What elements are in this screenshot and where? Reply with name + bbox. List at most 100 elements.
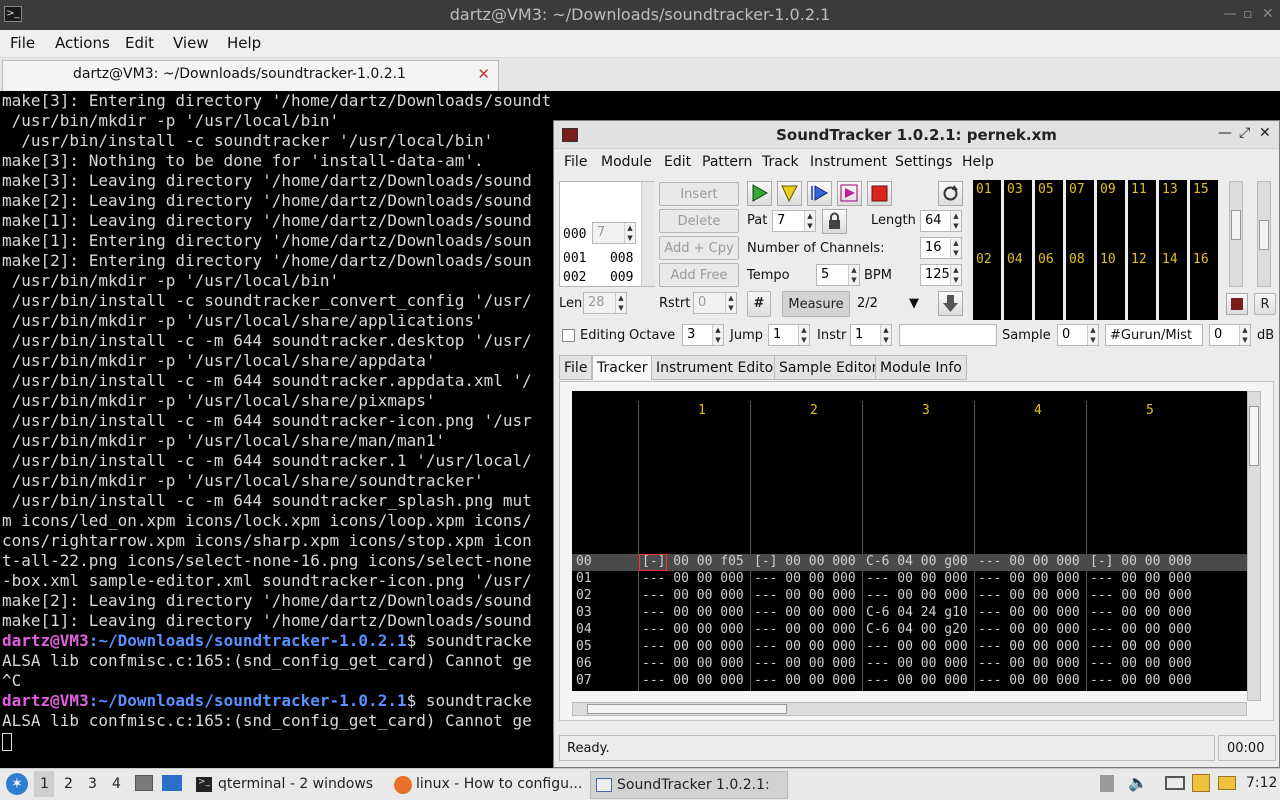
pattern-cell[interactable]: --- 00 00 000 — [642, 673, 744, 688]
pattern-cell[interactable]: --- 00 00 000 — [1090, 588, 1192, 603]
pattern-cell[interactable]: --- 00 00 000 — [866, 639, 968, 654]
tab-close-icon[interactable]: ✕ — [477, 65, 490, 83]
pattern-cell[interactable]: [-] 00 00 000 — [1090, 554, 1192, 569]
task-firefox[interactable]: linux - How to configu... — [390, 771, 586, 799]
pattern-row[interactable]: 07 --- 00 00 000 --- 00 00 000 --- 00 00 00… — [572, 673, 1247, 690]
volume-icon[interactable]: 🔈 — [1128, 773, 1148, 792]
pattern-cell[interactable]: --- 00 00 000 — [754, 639, 856, 654]
add-free-button[interactable]: Add Free — [659, 263, 739, 287]
scope-channel[interactable]: 02 — [973, 250, 1001, 320]
pattern-cell[interactable]: --- 00 00 000 — [1090, 673, 1192, 688]
pitch-slider-handle[interactable] — [1259, 220, 1269, 250]
menu-file[interactable]: File — [10, 34, 35, 52]
octave-spin[interactable]: 3 ▲ ▼ — [682, 324, 724, 346]
scope-channel[interactable]: 13 — [1159, 180, 1187, 250]
notes-icon[interactable] — [1192, 774, 1210, 792]
pattern-cell[interactable]: --- 00 00 000 — [754, 656, 856, 671]
scope-channel[interactable]: 07 — [1066, 180, 1094, 250]
menu-instrument[interactable]: Instrument — [810, 154, 887, 170]
hscroll-handle[interactable] — [587, 704, 787, 714]
menu-view[interactable]: View — [173, 34, 209, 52]
tab-module-info[interactable]: Module Info — [875, 355, 967, 380]
len-spin[interactable]: 28 ▲ ▼ — [583, 292, 627, 314]
menu-track[interactable]: Track — [762, 154, 799, 170]
pattern-row[interactable]: 00 [-] 00 00 f05 [-] 00 00 000 C-6 04 00 g0… — [572, 554, 1247, 571]
menu-edit[interactable]: Edit — [125, 34, 154, 52]
clipboard-icon[interactable] — [1100, 775, 1114, 792]
pattern-cell[interactable]: --- 00 00 000 — [642, 639, 744, 654]
pattern-cell[interactable]: --- 00 00 000 — [866, 588, 968, 603]
pattern-cell[interactable]: --- 00 00 000 — [642, 571, 744, 586]
close-icon[interactable]: ✕ — [1262, 6, 1274, 22]
delete-button[interactable]: Delete — [659, 209, 739, 233]
pattern-row[interactable]: 05 --- 00 00 000 --- 00 00 000 --- 00 00 00… — [572, 639, 1247, 656]
terminal-titlebar[interactable]: >_ dartz@VM3: ~/Downloads/soundtracker-1… — [0, 0, 1280, 30]
channels-spin[interactable]: 16 ▲ ▼ — [920, 237, 962, 259]
scope-channel[interactable]: 11 — [1128, 180, 1156, 250]
volume-slider-handle[interactable] — [1231, 210, 1241, 240]
tracker-vscroll[interactable] — [1247, 391, 1261, 701]
file-manager-icon[interactable] — [135, 775, 153, 791]
scope-channel[interactable]: 05 — [1035, 180, 1063, 250]
pattern-cell[interactable]: --- 00 00 000 — [978, 605, 1080, 620]
channel-header[interactable]: 3 — [922, 403, 930, 418]
db-spin[interactable]: 0 ▲ ▼ — [1209, 324, 1251, 346]
instrument-name-field[interactable] — [899, 324, 997, 346]
play-from-cursor-button[interactable] — [807, 181, 832, 206]
pattern-cell[interactable]: --- 00 00 000 — [1090, 639, 1192, 654]
pattern-cell[interactable]: --- 00 00 000 — [978, 622, 1080, 637]
scope-channel[interactable]: 01 — [973, 180, 1001, 250]
measure-select[interactable]: 2/2 ▼ — [853, 292, 929, 316]
pattern-cell[interactable]: --- 00 00 000 — [642, 656, 744, 671]
tab-tracker[interactable]: Tracker — [592, 355, 653, 380]
record-pattern-button[interactable] — [837, 181, 862, 206]
pattern-cell[interactable]: --- 00 00 000 — [978, 571, 1080, 586]
play-song-button[interactable] — [747, 181, 772, 206]
menu-help[interactable]: Help — [962, 154, 994, 170]
scope-channel[interactable]: 04 — [1004, 250, 1032, 320]
pattern-cell[interactable]: --- 00 00 000 — [754, 588, 856, 603]
pattern-cell[interactable]: --- 00 00 000 — [978, 554, 1080, 569]
pattern-cell[interactable]: --- 00 00 000 — [754, 673, 856, 688]
order-scrollbar[interactable] — [641, 182, 655, 286]
menu-pattern[interactable]: Pattern — [702, 154, 752, 170]
soundtracker-titlebar[interactable]: SoundTracker 1.0.2.1: pernek.xm — ⤢ ✕ — [554, 121, 1279, 149]
pattern-editor[interactable]: 1 2 3 4 5 00 [-] 00 00 f05 [-] 00 00 000 C-6 04… — [572, 391, 1247, 691]
volume-slider[interactable] — [1229, 181, 1243, 287]
pattern-row[interactable]: 04 --- 00 00 000 --- 00 00 000 C-6 04 00 g2… — [572, 622, 1247, 639]
channel-header[interactable]: 5 — [1146, 403, 1154, 418]
pattern-cell[interactable]: --- 00 00 000 — [754, 605, 856, 620]
pattern-cell[interactable]: --- 00 00 000 — [866, 656, 968, 671]
tracker-hscroll[interactable] — [572, 702, 1247, 716]
jump-spin[interactable]: 1 ▲ ▼ — [768, 324, 810, 346]
pattern-row[interactable]: 02 --- 00 00 000 --- 00 00 000 --- 00 00 00… — [572, 588, 1247, 605]
lock-button[interactable] — [822, 209, 847, 234]
scope-channel[interactable]: 16 — [1190, 250, 1218, 320]
menu-help[interactable]: Help — [227, 34, 261, 52]
pattern-row[interactable]: 01 --- 00 00 000 --- 00 00 000 --- 00 00 00… — [572, 571, 1247, 588]
insert-button[interactable]: Insert — [659, 182, 739, 206]
menu-file[interactable]: File — [564, 154, 587, 170]
task-qterminal[interactable]: >_ qterminal - 2 windows — [192, 771, 377, 799]
pattern-cell[interactable]: C-6 04 00 g20 — [866, 622, 968, 637]
scope-channel[interactable]: 10 — [1097, 250, 1125, 320]
folder-icon[interactable] — [1218, 776, 1236, 790]
bpm-spin[interactable]: 125 ▲ ▼ — [920, 264, 962, 286]
terminal-tab[interactable]: dartz@VM3: ~/Downloads/soundtracker-1.0.… — [2, 60, 499, 91]
show-desktop-icon[interactable] — [162, 775, 182, 791]
pattern-cell[interactable]: --- 00 00 000 — [1090, 622, 1192, 637]
tab-sample-editor[interactable]: Sample Editor — [774, 355, 883, 380]
scope-channel[interactable]: 06 — [1035, 250, 1063, 320]
pattern-cell[interactable]: --- 00 00 000 — [642, 622, 744, 637]
scope-channel[interactable]: 09 — [1097, 180, 1125, 250]
scope-channel[interactable]: 15 — [1190, 180, 1218, 250]
scroll-down-button[interactable] — [938, 291, 963, 316]
pattern-cell[interactable]: --- 00 00 000 — [642, 605, 744, 620]
channel-header[interactable]: 1 — [698, 403, 706, 418]
start-menu-icon[interactable]: ✶ — [6, 773, 28, 795]
network-icon[interactable] — [1165, 776, 1185, 790]
play-pattern-button[interactable] — [777, 181, 802, 206]
add-copy-button[interactable]: Add + Cpy — [659, 236, 739, 260]
workspace-2[interactable]: 2 — [64, 776, 73, 792]
sample-spin[interactable]: 0 ▲ ▼ — [1057, 324, 1099, 346]
